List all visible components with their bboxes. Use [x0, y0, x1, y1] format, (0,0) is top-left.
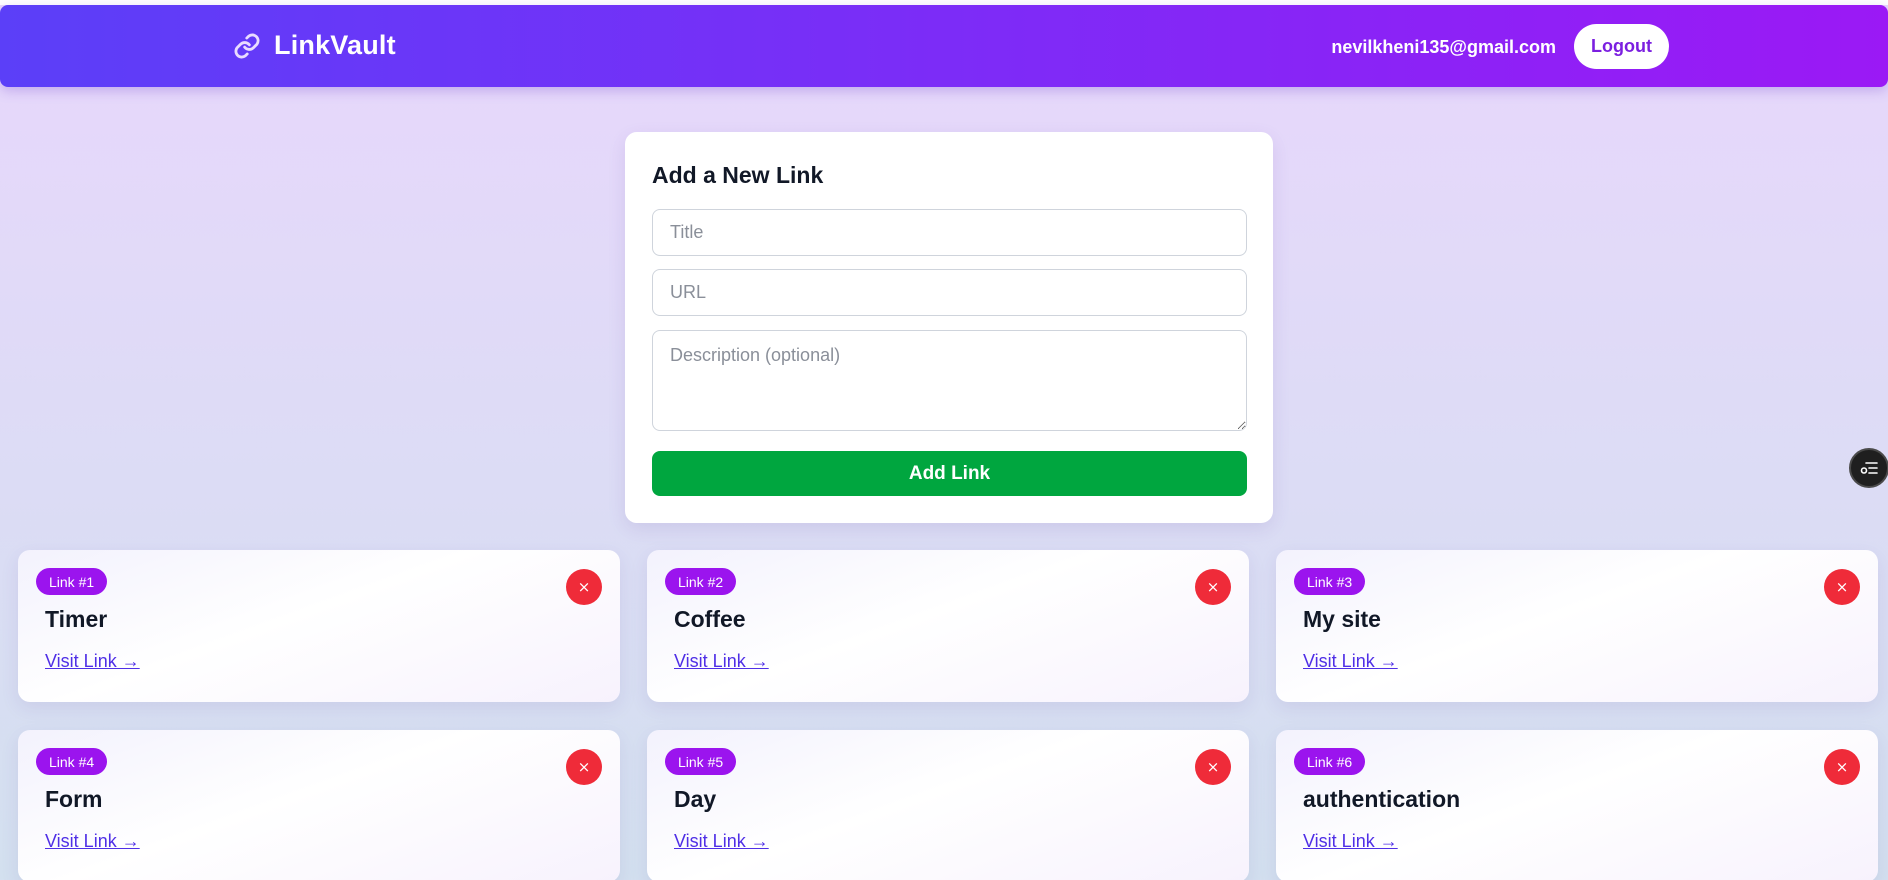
- delete-link-button[interactable]: ×: [1824, 569, 1860, 605]
- link-number-badge: Link #4: [36, 748, 108, 775]
- description-textarea[interactable]: [652, 330, 1247, 431]
- visit-link[interactable]: Visit Link →: [45, 651, 140, 672]
- delete-link-button[interactable]: ×: [1195, 749, 1231, 785]
- link-title: authentication: [1303, 786, 1461, 812]
- close-icon: ×: [1835, 758, 1849, 776]
- link-number-badge: Link #6: [1294, 748, 1366, 775]
- navbar: LinkVault nevilkheni135@gmail.com Logout: [0, 5, 1888, 87]
- link-card: Link #5 Day Visit Link → ×: [647, 730, 1249, 880]
- delete-link-button[interactable]: ×: [1195, 569, 1231, 605]
- visit-link[interactable]: Visit Link →: [1303, 651, 1398, 672]
- link-number-badge: Link #3: [1294, 568, 1366, 595]
- link-card: Link #3 My site Visit Link → ×: [1276, 550, 1878, 702]
- delete-link-button[interactable]: ×: [566, 569, 602, 605]
- link-chain-icon: [232, 31, 262, 61]
- link-card: Link #2 Coffee Visit Link → ×: [647, 550, 1249, 702]
- logout-button[interactable]: Logout: [1574, 24, 1669, 69]
- form-title: Add a New Link: [652, 162, 824, 188]
- close-icon: ×: [577, 758, 591, 776]
- add-link-button[interactable]: Add Link: [652, 451, 1247, 496]
- link-title: Form: [45, 786, 103, 812]
- extension-toggle-icon: [1860, 462, 1878, 474]
- link-card: Link #4 Form Visit Link → ×: [18, 730, 620, 880]
- close-icon: ×: [1206, 758, 1220, 776]
- link-number-badge: Link #1: [36, 568, 108, 595]
- brand[interactable]: LinkVault: [232, 30, 396, 61]
- link-number-badge: Link #2: [665, 568, 737, 595]
- visit-link[interactable]: Visit Link →: [674, 651, 769, 672]
- visit-link[interactable]: Visit Link →: [1303, 831, 1398, 852]
- link-title: Day: [674, 786, 717, 812]
- close-icon: ×: [577, 578, 591, 596]
- link-title: Coffee: [674, 606, 746, 632]
- link-title: Timer: [45, 606, 108, 632]
- delete-link-button[interactable]: ×: [1824, 749, 1860, 785]
- url-input[interactable]: [652, 269, 1247, 316]
- close-icon: ×: [1835, 578, 1849, 596]
- link-number-badge: Link #5: [665, 748, 737, 775]
- visit-link[interactable]: Visit Link →: [674, 831, 769, 852]
- title-input[interactable]: [652, 209, 1247, 256]
- close-icon: ×: [1206, 578, 1220, 596]
- extension-toggle-button[interactable]: [1849, 448, 1888, 488]
- delete-link-button[interactable]: ×: [566, 749, 602, 785]
- add-link-form: Add a New Link Add Link: [625, 132, 1273, 523]
- visit-link[interactable]: Visit Link →: [45, 831, 140, 852]
- brand-name: LinkVault: [274, 30, 396, 60]
- link-card: Link #6 authentication Visit Link → ×: [1276, 730, 1878, 880]
- user-email: nevilkheni135@gmail.com: [1331, 37, 1556, 57]
- link-card: Link #1 Timer Visit Link → ×: [18, 550, 620, 702]
- link-title: My site: [1303, 606, 1381, 632]
